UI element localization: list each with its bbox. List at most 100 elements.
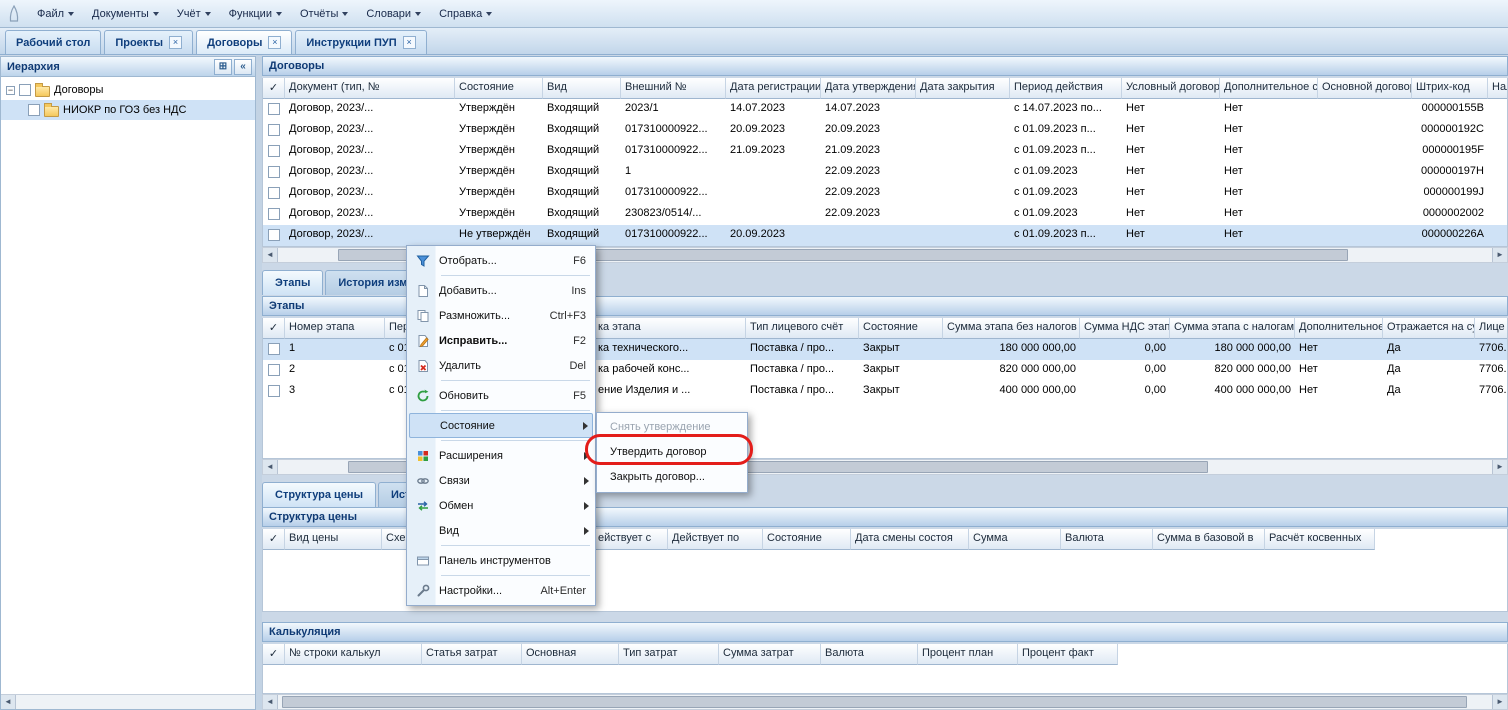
column-header-base-currency-sum[interactable]: Сумма в базовой в <box>1153 529 1265 550</box>
scroll-thumb[interactable] <box>282 696 1467 708</box>
table-row-selected[interactable]: Договор, 2023/... Не утверждён Входящий … <box>263 225 1507 246</box>
row-checkbox[interactable] <box>268 124 280 136</box>
column-header-sum-no-tax[interactable]: Сумма этапа без налогов <box>943 318 1080 339</box>
menu-item-delete[interactable]: Удалить Del <box>409 353 593 378</box>
scroll-right-icon[interactable]: ► <box>1492 248 1507 262</box>
calc-h-scrollbar[interactable]: ◄ ► <box>262 694 1508 710</box>
menu-file[interactable]: Файл <box>28 3 83 25</box>
row-checkbox[interactable] <box>268 166 280 178</box>
table-row[interactable]: Договор, 2023/... Утверждён Входящий 017… <box>263 141 1507 162</box>
column-header-sum-with-tax[interactable]: Сумма этапа с налогами <box>1170 318 1295 339</box>
hierarchy-h-scrollbar[interactable]: ◄ <box>1 694 255 709</box>
node-checkbox[interactable] <box>28 104 40 116</box>
column-header-state[interactable]: Состояние <box>455 78 543 99</box>
column-header-account-type[interactable]: Тип лицевого счёт <box>746 318 859 339</box>
column-header-currency[interactable]: Валюта <box>821 644 918 665</box>
column-header-state[interactable]: Состояние <box>859 318 943 339</box>
submenu-item-approve-contract[interactable]: Утвердить договор <box>599 440 745 465</box>
column-header-account[interactable]: Лице <box>1475 318 1508 339</box>
column-header-percent-plan[interactable]: Процент план <box>918 644 1018 665</box>
column-header-barcode[interactable]: Штрих-код <box>1412 78 1488 99</box>
row-checkbox[interactable] <box>268 208 280 220</box>
menu-item-refresh[interactable]: Обновить F5 <box>409 383 593 408</box>
node-checkbox[interactable] <box>19 84 31 96</box>
column-header-supplementary[interactable]: Дополнительное с <box>1295 318 1383 339</box>
column-header-reg-date[interactable]: Дата регистрации <box>726 78 821 99</box>
column-header-state[interactable]: Состояние <box>763 529 851 550</box>
tab-contracts[interactable]: Договоры× <box>196 30 292 54</box>
table-row[interactable]: Договор, 2023/... Утверждён Входящий 017… <box>263 183 1507 204</box>
row-checkbox[interactable] <box>268 103 280 115</box>
column-header-cost-item[interactable]: Статья затрат <box>422 644 522 665</box>
column-header-indirect-calc[interactable]: Расчёт косвенных <box>1265 529 1375 550</box>
tab-desktop[interactable]: Рабочий стол <box>5 30 101 54</box>
scroll-left-icon[interactable]: ◄ <box>263 248 278 262</box>
menu-item-add[interactable]: Добавить... Ins <box>409 278 593 303</box>
menu-item-exchange[interactable]: Обмен <box>409 493 593 518</box>
scroll-right-icon[interactable]: ► <box>1492 695 1507 709</box>
menu-item-select[interactable]: Отобрать... F6 <box>409 248 593 273</box>
column-header-stage-no[interactable]: Номер этапа <box>285 318 385 339</box>
menu-dictionaries[interactable]: Словари <box>357 3 430 25</box>
column-header-currency[interactable]: Валюта <box>1061 529 1153 550</box>
column-header-check[interactable]: ✓ <box>263 644 285 665</box>
menu-item-links[interactable]: Связи <box>409 468 593 493</box>
row-checkbox[interactable] <box>268 364 280 376</box>
scroll-left-icon[interactable]: ◄ <box>263 695 278 709</box>
column-header-approve-date[interactable]: Дата утверждения <box>821 78 916 99</box>
column-header-reflected[interactable]: Отражается на сум <box>1383 318 1475 339</box>
columns-button[interactable]: ⊞ <box>214 59 232 75</box>
submenu-item-close-contract[interactable]: Закрыть договор... <box>599 465 745 490</box>
column-header-conditional[interactable]: Условный договор <box>1122 78 1220 99</box>
table-row[interactable]: Договор, 2023/... Утверждён Входящий 017… <box>263 120 1507 141</box>
column-header-main-contract[interactable]: Основной договор <box>1318 78 1412 99</box>
row-checkbox[interactable] <box>268 187 280 199</box>
scroll-left-icon[interactable]: ◄ <box>263 460 278 474</box>
collapse-panel-button[interactable]: « <box>234 59 252 75</box>
column-header-close-date[interactable]: Дата закрытия <box>916 78 1010 99</box>
column-header-document[interactable]: Документ (тип, № <box>285 78 455 99</box>
menu-item-toolbar[interactable]: Панель инструментов <box>409 548 593 573</box>
close-icon[interactable]: × <box>169 36 182 49</box>
column-header-vat-sum[interactable]: Сумма НДС этапа <box>1080 318 1170 339</box>
scroll-left-icon[interactable]: ◄ <box>1 695 16 709</box>
menu-item-duplicate[interactable]: Размножить... Ctrl+F3 <box>409 303 593 328</box>
row-checkbox[interactable] <box>268 145 280 157</box>
menu-documents[interactable]: Документы <box>83 3 168 25</box>
tab-price-structure[interactable]: Структура цены <box>262 482 376 507</box>
column-header-check[interactable]: ✓ <box>263 78 285 99</box>
scroll-right-icon[interactable]: ► <box>1492 460 1507 474</box>
menu-help[interactable]: Справка <box>430 3 501 25</box>
column-header-state-change-date[interactable]: Дата смены состоя <box>851 529 969 550</box>
menu-reports[interactable]: Отчёты <box>291 3 357 25</box>
column-header-external-no[interactable]: Внешний № <box>621 78 726 99</box>
tree-node-child[interactable]: НИОКР по ГОЗ без НДС <box>1 100 255 120</box>
column-header-price-kind[interactable]: Вид цены <box>285 529 382 550</box>
close-icon[interactable]: × <box>403 36 416 49</box>
column-header-percent-fact[interactable]: Процент факт <box>1018 644 1118 665</box>
close-icon[interactable]: × <box>268 36 281 49</box>
row-checkbox[interactable] <box>268 385 280 397</box>
collapse-node-icon[interactable]: − <box>6 86 15 95</box>
menu-functions[interactable]: Функции <box>220 3 291 25</box>
tab-stages[interactable]: Этапы <box>262 270 323 295</box>
menu-item-edit[interactable]: Исправить... F2 <box>409 328 593 353</box>
table-row[interactable]: Договор, 2023/... Утверждён Входящий 202… <box>263 99 1507 120</box>
menu-item-view[interactable]: Вид <box>409 518 593 543</box>
column-header-main[interactable]: Основная <box>522 644 619 665</box>
row-checkbox[interactable] <box>268 229 280 241</box>
column-header-supplementary[interactable]: Дополнительное с <box>1220 78 1318 99</box>
column-header-cost-sum[interactable]: Сумма затрат <box>719 644 821 665</box>
tab-projects[interactable]: Проекты× <box>104 30 193 54</box>
menu-accounting[interactable]: Учёт <box>168 3 220 25</box>
row-checkbox[interactable] <box>268 343 280 355</box>
column-header-sum[interactable]: Сумма <box>969 529 1061 550</box>
table-row[interactable]: Договор, 2023/... Утверждён Входящий 1 2… <box>263 162 1507 183</box>
tab-pup-instructions[interactable]: Инструкции ПУП× <box>295 30 426 54</box>
table-row[interactable]: Договор, 2023/... Утверждён Входящий 230… <box>263 204 1507 225</box>
column-header-check[interactable]: ✓ <box>263 529 285 550</box>
column-header-check[interactable]: ✓ <box>263 318 285 339</box>
column-header-valid-to[interactable]: Действует по <box>668 529 763 550</box>
menu-item-settings[interactable]: Настройки... Alt+Enter <box>409 578 593 603</box>
tree-node-root[interactable]: − Договоры <box>1 80 255 100</box>
